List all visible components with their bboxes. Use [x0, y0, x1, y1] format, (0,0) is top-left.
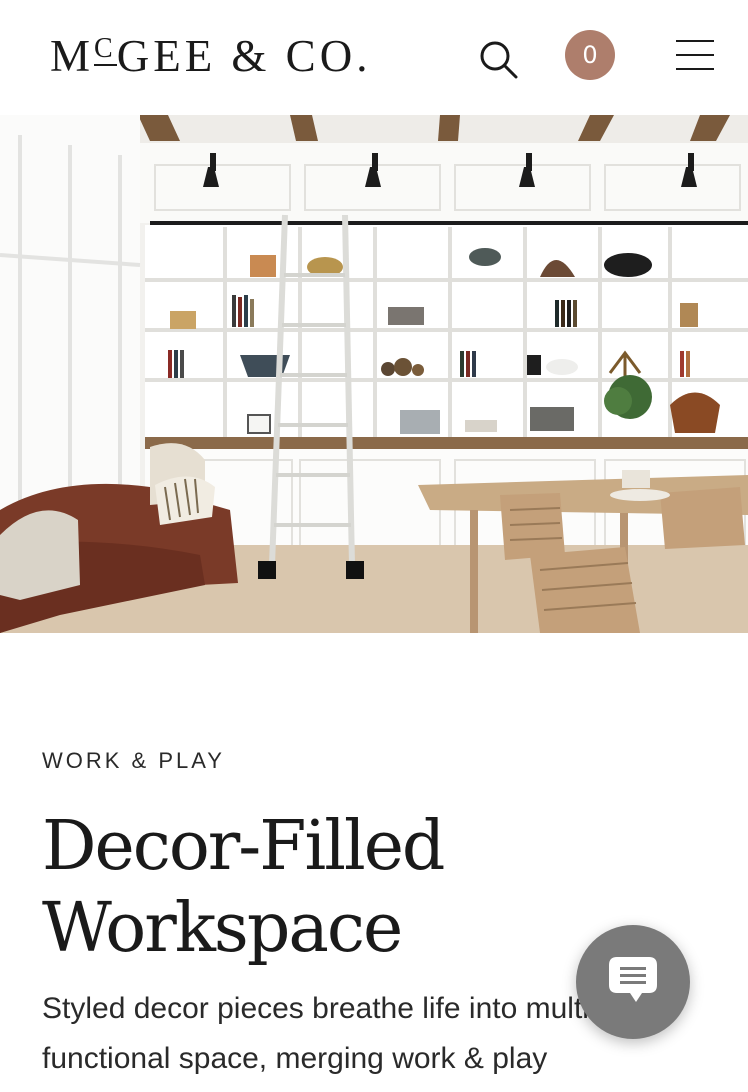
chat-bubble-icon	[609, 957, 657, 1002]
article-title: Decor-Filled Workspace	[42, 807, 445, 968]
search-icon	[480, 41, 518, 79]
chat-button[interactable]	[576, 925, 690, 1039]
article-eyebrow: WORK & PLAY	[42, 748, 225, 773]
site-header: MCGEE & CO. 0	[0, 0, 748, 115]
brand-logo[interactable]: MCGEE & CO.	[50, 30, 371, 82]
menu-button[interactable]	[674, 38, 716, 72]
search-button[interactable]	[478, 38, 520, 80]
cart-count: 0	[582, 41, 598, 69]
hero-image[interactable]	[0, 115, 748, 633]
cart-button[interactable]: 0	[565, 30, 615, 80]
hamburger-menu-icon	[676, 40, 714, 42]
